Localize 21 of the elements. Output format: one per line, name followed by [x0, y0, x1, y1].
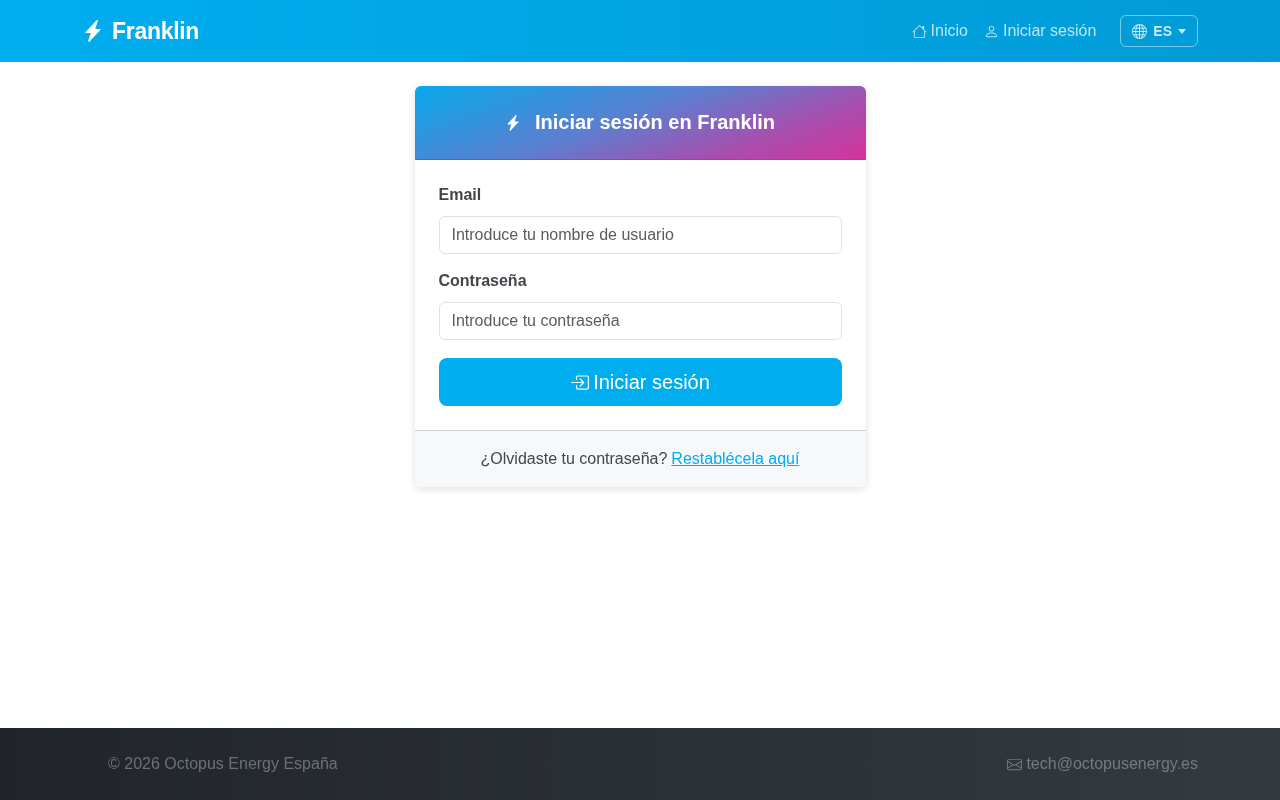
brand-link[interactable]: Franklin — [82, 17, 200, 45]
sign-in-icon — [570, 372, 590, 392]
field-label: Contraseña — [438, 272, 528, 290]
reset-password-link[interactable]: Restablécela aquí — [671, 450, 800, 468]
login-button[interactable]: Iniciar sesión — [438, 358, 842, 406]
person-icon — [983, 23, 999, 39]
caret-icon — [1178, 28, 1186, 34]
nav-link[interactable]: Inicio — [903, 14, 976, 48]
envelope-icon — [1007, 756, 1023, 772]
lightning-icon — [82, 20, 104, 42]
globe-icon — [1132, 23, 1148, 39]
input-field[interactable]: Introduce tu contraseña — [438, 302, 842, 340]
card-title: Iniciar sesión en Franklin — [534, 111, 776, 134]
input-field[interactable]: Introduce tu nombre de usuario — [438, 216, 842, 254]
nav-link[interactable]: Iniciar sesión — [975, 14, 1105, 48]
home-icon — [911, 23, 927, 39]
language-button[interactable]: ES — [1120, 15, 1198, 47]
email-link[interactable]: tech@octopusenergy.es — [1007, 755, 1198, 773]
copyright-text: © 2026 Octopus Energy España — [108, 755, 338, 773]
forgot-password-text: ¿Olvidaste tu contraseña? — [480, 450, 668, 468]
field-label: Email — [438, 186, 483, 204]
